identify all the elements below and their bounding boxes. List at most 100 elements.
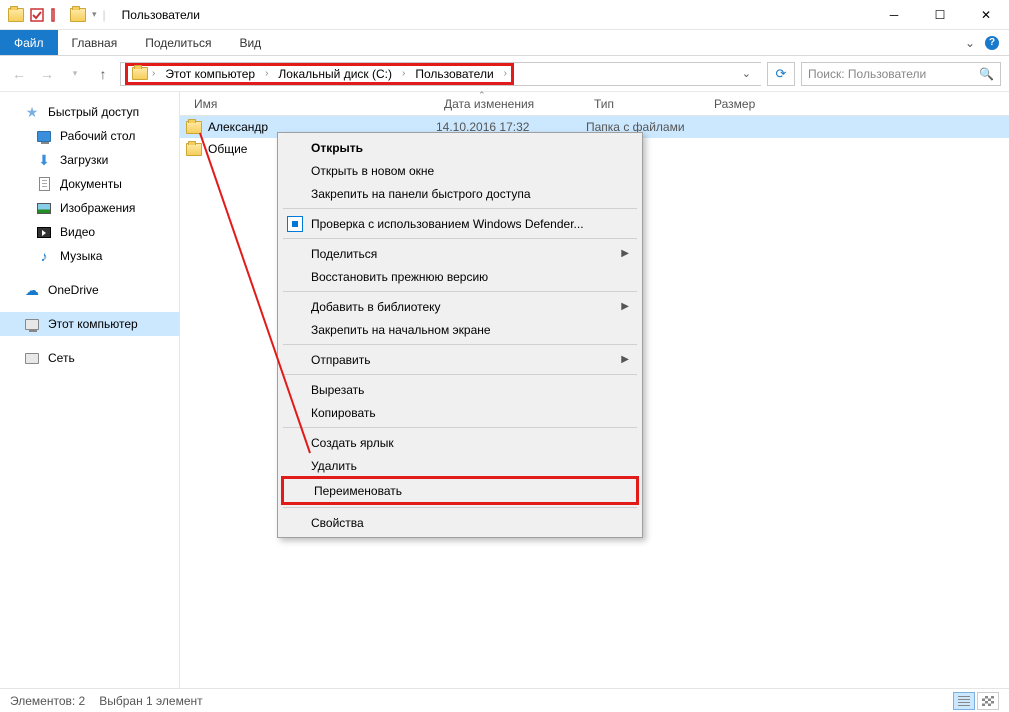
sidebar-item-music[interactable]: ♪Музыка [0, 244, 179, 268]
ctx-restore-previous[interactable]: Восстановить прежнюю версию [281, 265, 639, 288]
file-name: Александр [208, 120, 268, 134]
ctx-properties[interactable]: Свойства [281, 511, 639, 534]
chevron-right-icon: ▶ [621, 248, 629, 259]
tab-share[interactable]: Поделиться [131, 30, 225, 55]
ctx-separator [283, 291, 637, 292]
ribbon-collapse-icon[interactable]: ⌄ [965, 36, 975, 50]
ctx-delete[interactable]: Удалить [281, 454, 639, 477]
sidebar-label: Документы [60, 177, 122, 191]
maximize-button[interactable]: ☐ [917, 0, 963, 30]
ctx-separator [283, 238, 637, 239]
ctx-open-new-window[interactable]: Открыть в новом окне [281, 159, 639, 182]
sidebar-label: Сеть [48, 351, 75, 365]
back-button[interactable]: ← [8, 63, 30, 85]
sidebar-item-network[interactable]: Сеть [0, 346, 179, 370]
nav-row: ← → ▾ ↑ › Этот компьютер › Локальный дис… [0, 56, 1009, 92]
search-icon[interactable]: 🔍 [979, 67, 994, 81]
chevron-right-icon[interactable]: › [152, 68, 155, 79]
view-thumbnails-button[interactable] [977, 692, 999, 710]
refresh-button[interactable]: ⟳ [767, 62, 795, 86]
chevron-right-icon: ▶ [621, 301, 629, 312]
sidebar-item-downloads[interactable]: ⬇Загрузки [0, 148, 179, 172]
chevron-right-icon[interactable]: › [402, 68, 405, 79]
document-icon [39, 177, 50, 191]
sidebar-item-onedrive[interactable]: ☁OneDrive [0, 278, 179, 302]
view-details-button[interactable] [953, 692, 975, 710]
desktop-icon [37, 131, 51, 142]
column-header-date[interactable]: Дата изменения [436, 97, 586, 111]
ctx-rename[interactable]: Переименовать [284, 479, 636, 502]
tab-home[interactable]: Главная [58, 30, 132, 55]
chevron-right-icon[interactable]: › [504, 68, 507, 79]
sidebar-label: Изображения [60, 201, 135, 215]
thumbnails-view-icon [982, 696, 994, 706]
help-icon[interactable]: ? [985, 36, 999, 50]
breadcrumb-users[interactable]: Пользователи [409, 65, 499, 83]
ctx-separator [283, 427, 637, 428]
sidebar-item-video[interactable]: Видео [0, 220, 179, 244]
column-header-name[interactable]: Имя [186, 97, 436, 111]
ctx-windows-defender[interactable]: Проверка с использованием Windows Defend… [281, 212, 639, 235]
qat-checkbox-icon[interactable] [30, 8, 44, 22]
sidebar-item-this-pc[interactable]: Этот компьютер [0, 312, 179, 336]
search-placeholder: Поиск: Пользователи [808, 67, 926, 81]
annotation-highlight-breadcrumb: › Этот компьютер › Локальный диск (C:) ›… [125, 63, 514, 85]
annotation-highlight-rename: Переименовать [281, 476, 639, 505]
pc-icon [25, 319, 39, 330]
sidebar-item-quick-access[interactable]: ★Быстрый доступ [0, 100, 179, 124]
ctx-create-shortcut[interactable]: Создать ярлык [281, 431, 639, 454]
file-tab[interactable]: Файл [0, 30, 58, 55]
search-input[interactable]: Поиск: Пользователи 🔍 [801, 62, 1001, 86]
ctx-send-to[interactable]: Отправить▶ [281, 348, 639, 371]
sidebar-item-desktop[interactable]: Рабочий стол [0, 124, 179, 148]
chevron-right-icon: ▶ [621, 354, 629, 365]
music-icon: ♪ [36, 248, 52, 264]
sidebar-label: Этот компьютер [48, 317, 138, 331]
sidebar-item-pictures[interactable]: Изображения [0, 196, 179, 220]
network-icon [25, 353, 39, 364]
pictures-icon [37, 203, 51, 214]
column-header-type[interactable]: Тип [586, 97, 706, 111]
folder-icon [8, 8, 24, 22]
defender-icon [287, 216, 303, 232]
up-button[interactable]: ↑ [92, 63, 114, 85]
ribbon-tabs: Файл Главная Поделиться Вид ⌄ ? [0, 30, 1009, 56]
ctx-share[interactable]: Поделиться▶ [281, 242, 639, 265]
ctx-separator [283, 507, 637, 508]
tab-view[interactable]: Вид [225, 30, 275, 55]
address-dropdown-icon[interactable]: ⌄ [742, 67, 751, 80]
title-bar: ▾ | Пользователи ─ ☐ ✕ [0, 0, 1009, 30]
sidebar-label: Видео [60, 225, 95, 239]
sort-indicator-icon: ⌃ [478, 90, 486, 101]
sidebar-label: Загрузки [60, 153, 108, 167]
column-header-size[interactable]: Размер [706, 97, 796, 111]
minimize-button[interactable]: ─ [871, 0, 917, 30]
ctx-separator [283, 344, 637, 345]
qat-dropdown-icon[interactable]: ▾ [92, 9, 97, 20]
cloud-icon: ☁ [24, 282, 40, 298]
ctx-copy[interactable]: Копировать [281, 401, 639, 424]
qat-separator: | [103, 8, 106, 22]
ctx-pin-start[interactable]: Закрепить на начальном экране [281, 318, 639, 341]
folder-icon [186, 121, 202, 134]
breadcrumb-this-pc[interactable]: Этот компьютер [159, 65, 261, 83]
status-item-count: Элементов: 2 [10, 694, 85, 708]
chevron-right-icon[interactable]: › [265, 68, 268, 79]
quick-access-toolbar: ▾ | [0, 8, 114, 22]
address-bar[interactable]: › Этот компьютер › Локальный диск (C:) ›… [120, 62, 761, 86]
sidebar: ★Быстрый доступ Рабочий стол ⬇Загрузки Д… [0, 92, 180, 688]
sidebar-label: Рабочий стол [60, 129, 135, 143]
forward-button[interactable]: → [36, 63, 58, 85]
video-icon [37, 227, 51, 238]
ctx-cut[interactable]: Вырезать [281, 378, 639, 401]
ctx-add-library[interactable]: Добавить в библиотеку▶ [281, 295, 639, 318]
recent-dropdown-icon[interactable]: ▾ [64, 63, 86, 85]
column-headers: Имя Дата изменения Тип Размер [180, 92, 1009, 116]
ctx-open[interactable]: Открыть [281, 136, 639, 159]
sidebar-item-documents[interactable]: Документы [0, 172, 179, 196]
status-bar: Элементов: 2 Выбран 1 элемент [0, 688, 1009, 712]
breadcrumb-local-disk[interactable]: Локальный диск (C:) [272, 65, 398, 83]
folder-icon[interactable] [70, 8, 86, 22]
ctx-pin-quick-access[interactable]: Закрепить на панели быстрого доступа [281, 182, 639, 205]
close-button[interactable]: ✕ [963, 0, 1009, 30]
